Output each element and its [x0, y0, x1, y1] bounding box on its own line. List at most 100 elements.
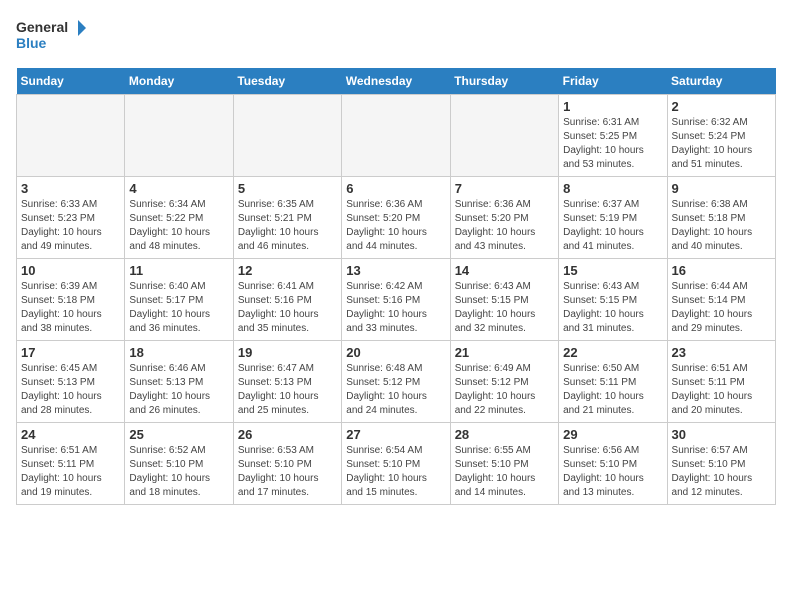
calendar-week-row: 17 Sunrise: 6:45 AM Sunset: 5:13 PM Dayli… [17, 341, 776, 423]
calendar-cell: 8 Sunrise: 6:37 AM Sunset: 5:19 PM Daylig… [559, 177, 667, 259]
calendar-cell: 11 Sunrise: 6:40 AM Sunset: 5:17 PM Dayli… [125, 259, 233, 341]
day-number: 30 [672, 427, 771, 442]
day-info: Sunrise: 6:40 AM Sunset: 5:17 PM Dayligh… [129, 280, 228, 336]
day-number: 3 [21, 181, 120, 196]
day-info: Sunrise: 6:34 AM Sunset: 5:22 PM Dayligh… [129, 198, 228, 254]
calendar-cell: 5 Sunrise: 6:35 AM Sunset: 5:21 PM Daylig… [233, 177, 341, 259]
calendar-cell: 27 Sunrise: 6:54 AM Sunset: 5:10 PM Dayli… [342, 423, 450, 505]
day-info: Sunrise: 6:46 AM Sunset: 5:13 PM Dayligh… [129, 362, 228, 418]
day-number: 24 [21, 427, 120, 442]
svg-text:General: General [16, 19, 68, 35]
day-number: 22 [563, 345, 662, 360]
logo: General Blue [16, 16, 86, 56]
day-number: 10 [21, 263, 120, 278]
calendar-cell [342, 95, 450, 177]
calendar-cell: 15 Sunrise: 6:43 AM Sunset: 5:15 PM Dayli… [559, 259, 667, 341]
day-info: Sunrise: 6:51 AM Sunset: 5:11 PM Dayligh… [672, 362, 771, 418]
day-info: Sunrise: 6:54 AM Sunset: 5:10 PM Dayligh… [346, 444, 445, 500]
day-info: Sunrise: 6:32 AM Sunset: 5:24 PM Dayligh… [672, 116, 771, 172]
calendar-cell: 17 Sunrise: 6:45 AM Sunset: 5:13 PM Dayli… [17, 341, 125, 423]
calendar-cell: 16 Sunrise: 6:44 AM Sunset: 5:14 PM Dayli… [667, 259, 775, 341]
calendar-week-row: 24 Sunrise: 6:51 AM Sunset: 5:11 PM Dayli… [17, 423, 776, 505]
calendar-cell: 20 Sunrise: 6:48 AM Sunset: 5:12 PM Dayli… [342, 341, 450, 423]
calendar-cell: 18Sunrise: 6:46 AM Sunset: 5:13 PM Dayli… [125, 341, 233, 423]
day-number: 17 [21, 345, 120, 360]
day-info: Sunrise: 6:45 AM Sunset: 5:13 PM Dayligh… [21, 362, 120, 418]
calendar-header: SundayMondayTuesdayWednesdayThursdayFrid… [17, 68, 776, 95]
day-number: 19 [238, 345, 337, 360]
day-info: Sunrise: 6:37 AM Sunset: 5:19 PM Dayligh… [563, 198, 662, 254]
day-info: Sunrise: 6:43 AM Sunset: 5:15 PM Dayligh… [563, 280, 662, 336]
day-number: 26 [238, 427, 337, 442]
page-header: General Blue [16, 16, 776, 56]
calendar-cell [450, 95, 558, 177]
weekday-header: Thursday [450, 68, 558, 95]
day-info: Sunrise: 6:35 AM Sunset: 5:21 PM Dayligh… [238, 198, 337, 254]
day-number: 9 [672, 181, 771, 196]
day-info: Sunrise: 6:55 AM Sunset: 5:10 PM Dayligh… [455, 444, 554, 500]
day-info: Sunrise: 6:42 AM Sunset: 5:16 PM Dayligh… [346, 280, 445, 336]
day-number: 8 [563, 181, 662, 196]
calendar-cell: 26 Sunrise: 6:53 AM Sunset: 5:10 PM Dayli… [233, 423, 341, 505]
day-info: Sunrise: 6:43 AM Sunset: 5:15 PM Dayligh… [455, 280, 554, 336]
day-number: 11 [129, 263, 228, 278]
day-info: Sunrise: 6:51 AM Sunset: 5:11 PM Dayligh… [21, 444, 120, 500]
weekday-header: Tuesday [233, 68, 341, 95]
weekday-header: Saturday [667, 68, 775, 95]
day-number: 16 [672, 263, 771, 278]
calendar-cell: 23 Sunrise: 6:51 AM Sunset: 5:11 PM Dayli… [667, 341, 775, 423]
day-number: 7 [455, 181, 554, 196]
day-info: Sunrise: 6:41 AM Sunset: 5:16 PM Dayligh… [238, 280, 337, 336]
day-info: Sunrise: 6:36 AM Sunset: 5:20 PM Dayligh… [455, 198, 554, 254]
svg-text:Blue: Blue [16, 35, 47, 51]
day-info: Sunrise: 6:31 AM Sunset: 5:25 PM Dayligh… [563, 116, 662, 172]
day-number: 20 [346, 345, 445, 360]
calendar-week-row: 10 Sunrise: 6:39 AM Sunset: 5:18 PM Dayli… [17, 259, 776, 341]
weekday-header: Wednesday [342, 68, 450, 95]
calendar-body: 1 Sunrise: 6:31 AM Sunset: 5:25 PM Daylig… [17, 95, 776, 505]
calendar-table: SundayMondayTuesdayWednesdayThursdayFrid… [16, 68, 776, 505]
day-info: Sunrise: 6:52 AM Sunset: 5:10 PM Dayligh… [129, 444, 228, 500]
calendar-cell: 24 Sunrise: 6:51 AM Sunset: 5:11 PM Dayli… [17, 423, 125, 505]
day-info: Sunrise: 6:39 AM Sunset: 5:18 PM Dayligh… [21, 280, 120, 336]
weekday-header: Sunday [17, 68, 125, 95]
calendar-cell: 28Sunrise: 6:55 AM Sunset: 5:10 PM Dayli… [450, 423, 558, 505]
calendar-cell [233, 95, 341, 177]
calendar-cell: 14Sunrise: 6:43 AM Sunset: 5:15 PM Dayli… [450, 259, 558, 341]
calendar-cell: 30 Sunrise: 6:57 AM Sunset: 5:10 PM Dayli… [667, 423, 775, 505]
calendar-cell: 4 Sunrise: 6:34 AM Sunset: 5:22 PM Daylig… [125, 177, 233, 259]
day-number: 1 [563, 99, 662, 114]
day-info: Sunrise: 6:47 AM Sunset: 5:13 PM Dayligh… [238, 362, 337, 418]
calendar-week-row: 1 Sunrise: 6:31 AM Sunset: 5:25 PM Daylig… [17, 95, 776, 177]
calendar-cell: 25Sunrise: 6:52 AM Sunset: 5:10 PM Dayli… [125, 423, 233, 505]
calendar-cell: 13Sunrise: 6:42 AM Sunset: 5:16 PM Dayli… [342, 259, 450, 341]
day-info: Sunrise: 6:50 AM Sunset: 5:11 PM Dayligh… [563, 362, 662, 418]
calendar-cell: 21 Sunrise: 6:49 AM Sunset: 5:12 PM Dayli… [450, 341, 558, 423]
calendar-cell: 10 Sunrise: 6:39 AM Sunset: 5:18 PM Dayli… [17, 259, 125, 341]
day-info: Sunrise: 6:49 AM Sunset: 5:12 PM Dayligh… [455, 362, 554, 418]
day-number: 23 [672, 345, 771, 360]
day-number: 2 [672, 99, 771, 114]
calendar-cell: 12Sunrise: 6:41 AM Sunset: 5:16 PM Dayli… [233, 259, 341, 341]
calendar-cell: 19 Sunrise: 6:47 AM Sunset: 5:13 PM Dayli… [233, 341, 341, 423]
calendar-cell [125, 95, 233, 177]
day-info: Sunrise: 6:48 AM Sunset: 5:12 PM Dayligh… [346, 362, 445, 418]
day-number: 4 [129, 181, 228, 196]
day-number: 21 [455, 345, 554, 360]
calendar-cell: 9Sunrise: 6:38 AM Sunset: 5:18 PM Daylig… [667, 177, 775, 259]
day-number: 29 [563, 427, 662, 442]
day-info: Sunrise: 6:56 AM Sunset: 5:10 PM Dayligh… [563, 444, 662, 500]
day-info: Sunrise: 6:53 AM Sunset: 5:10 PM Dayligh… [238, 444, 337, 500]
logo-svg: General Blue [16, 16, 86, 56]
day-number: 15 [563, 263, 662, 278]
day-info: Sunrise: 6:57 AM Sunset: 5:10 PM Dayligh… [672, 444, 771, 500]
calendar-cell: 3 Sunrise: 6:33 AM Sunset: 5:23 PM Daylig… [17, 177, 125, 259]
day-number: 5 [238, 181, 337, 196]
day-number: 6 [346, 181, 445, 196]
day-info: Sunrise: 6:44 AM Sunset: 5:14 PM Dayligh… [672, 280, 771, 336]
calendar-cell [17, 95, 125, 177]
day-number: 27 [346, 427, 445, 442]
day-info: Sunrise: 6:33 AM Sunset: 5:23 PM Dayligh… [21, 198, 120, 254]
calendar-cell: 7 Sunrise: 6:36 AM Sunset: 5:20 PM Daylig… [450, 177, 558, 259]
calendar-cell: 2 Sunrise: 6:32 AM Sunset: 5:24 PM Daylig… [667, 95, 775, 177]
